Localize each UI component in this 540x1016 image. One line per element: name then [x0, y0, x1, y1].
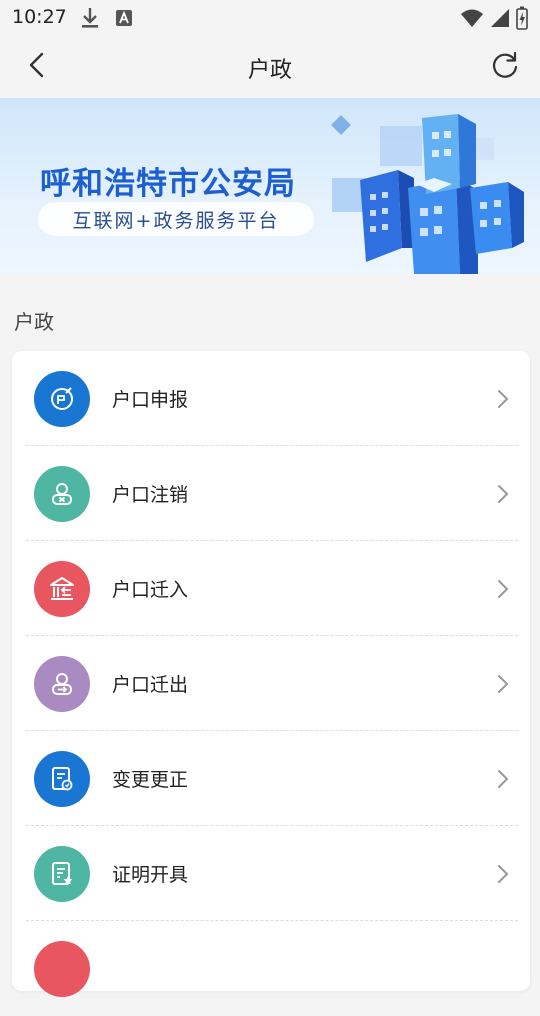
hukou-cancel-icon — [34, 466, 90, 522]
service-list-card: 户口申报 户口注销 户口迁入 户口迁出 变更更正 证明开具 — [12, 351, 530, 997]
partial-item-icon — [34, 941, 90, 997]
item-label: 证明开具 — [112, 864, 189, 886]
item-label: 户口申报 — [112, 389, 189, 411]
change-correct-icon — [34, 751, 90, 807]
status-time: 10:27 — [12, 6, 67, 28]
hukou-move-out-icon — [34, 656, 90, 712]
refresh-button[interactable] — [488, 50, 522, 84]
item-label: 户口迁出 — [112, 674, 189, 696]
status-icons — [460, 6, 528, 34]
list-item-hukou-move-out[interactable]: 户口迁出 — [24, 636, 518, 731]
chevron-right-icon — [496, 578, 510, 604]
font-a-icon — [115, 9, 133, 31]
download-icon — [80, 6, 100, 34]
list-item-certificate-issue[interactable]: 证明开具 — [24, 826, 518, 921]
battery-icon — [516, 6, 528, 34]
banner-subtitle-pill: 互联网+政务服务平台 — [38, 202, 314, 236]
wifi-icon — [460, 8, 484, 32]
hukou-move-in-icon — [34, 561, 90, 617]
item-label: 户口迁入 — [112, 579, 189, 601]
banner: 呼和浩特市公安局 互联网+政务服务平台 — [0, 98, 540, 274]
chevron-right-icon — [496, 388, 510, 414]
chevron-right-icon — [496, 673, 510, 699]
signal-icon — [490, 8, 510, 32]
banner-title: 呼和浩特市公安局 — [40, 166, 296, 202]
section-title: 户政 — [14, 310, 54, 334]
chevron-right-icon — [496, 863, 510, 889]
status-bar: 10:27 — [0, 0, 540, 36]
item-label: 变更更正 — [112, 769, 189, 791]
hukou-declare-icon — [34, 371, 90, 427]
list-item-change-correct[interactable]: 变更更正 — [24, 731, 518, 826]
chevron-right-icon — [496, 768, 510, 794]
certificate-issue-icon — [34, 846, 90, 902]
banner-subtitle: 互联网+政务服务平台 — [72, 209, 280, 232]
chevron-right-icon — [496, 483, 510, 509]
refresh-icon — [490, 50, 520, 84]
list-item-hukou-move-in[interactable]: 户口迁入 — [24, 541, 518, 636]
navigation-header: 户政 — [0, 36, 540, 98]
page-title: 户政 — [247, 58, 292, 83]
list-item-hukou-cancel[interactable]: 户口注销 — [24, 446, 518, 541]
city-buildings-illustration — [331, 114, 524, 274]
item-label: 户口注销 — [112, 484, 189, 506]
list-item-partial[interactable] — [24, 921, 518, 1016]
list-item-hukou-declare[interactable]: 户口申报 — [24, 351, 518, 446]
